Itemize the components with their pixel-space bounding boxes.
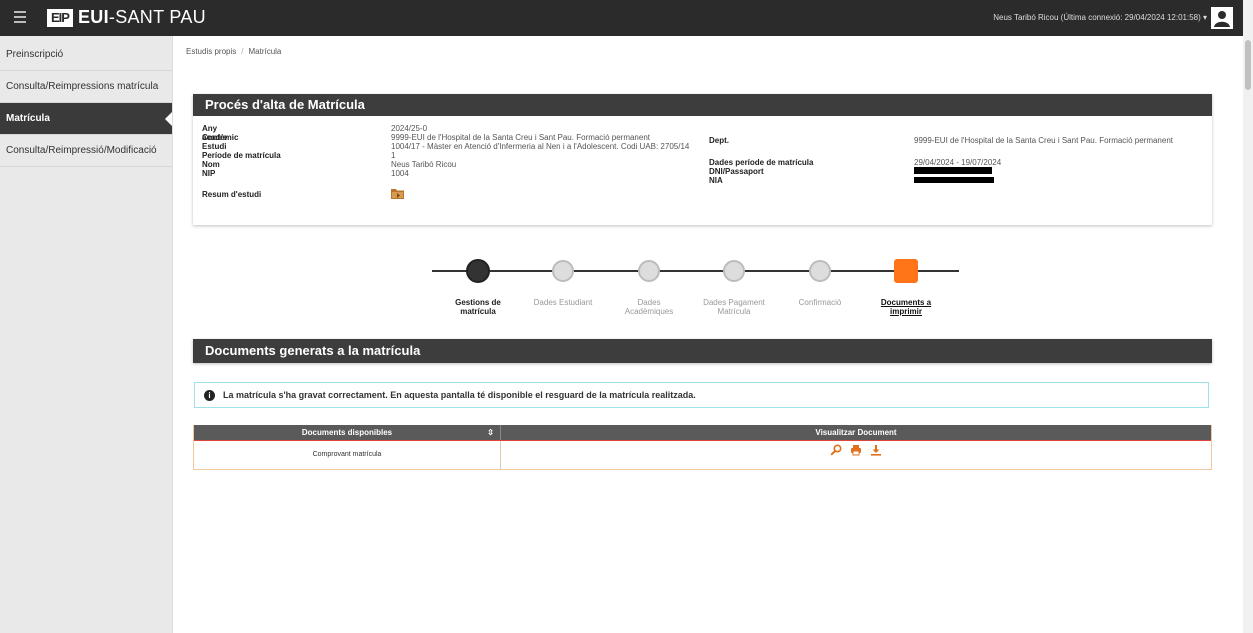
step-label-confirmacio[interactable]: Confirmació (785, 298, 855, 307)
sidebar-item-matricula[interactable]: Matrícula (0, 103, 172, 135)
value-centre: 9999-EUI de l'Hospital de la Santa Creu … (391, 133, 650, 142)
step-label-gestions[interactable]: Gestions de matrícula (443, 298, 513, 316)
breadcrumb-root[interactable]: Estudis propis (186, 47, 236, 56)
sort-icon[interactable]: ⇳ (487, 425, 494, 440)
label-nom: Nom (202, 160, 220, 169)
print-icon[interactable] (850, 441, 862, 469)
label-periode: Període de matrícula (202, 151, 281, 160)
documents-panel: Documents generats a la matrícula (193, 339, 1212, 363)
proces-panel-title: Procés d'alta de Matrícula (193, 94, 1212, 116)
label-dept: Dept. (709, 136, 729, 145)
logo-mark: EIP (47, 9, 73, 27)
step-node-dades-estudiant[interactable] (552, 260, 574, 282)
user-avatar-icon[interactable] (1211, 7, 1233, 29)
label-centre: Centre (202, 133, 228, 142)
breadcrumb-separator: / (241, 47, 244, 56)
step-node-gestions[interactable] (466, 259, 490, 283)
step-label-dades-academiques[interactable]: Dades Acadèmiques (614, 298, 684, 316)
document-actions (501, 441, 1211, 469)
redacted-dni (914, 167, 992, 174)
step-node-documents[interactable] (894, 259, 918, 283)
label-resum-estudi: Resum d'estudi (202, 190, 262, 199)
stepper-line (432, 270, 959, 272)
breadcrumb: Estudis propis / Matrícula (186, 47, 281, 56)
step-label-documents[interactable]: Documents a imprimir (871, 298, 941, 316)
label-estudi: Estudi (202, 142, 227, 151)
step-label-dades-pagament[interactable]: Dades Pagament Matrícula (699, 298, 769, 316)
page-scrollbar[interactable] (1243, 0, 1253, 633)
value-nip: 1004 (391, 169, 409, 178)
table-header: Documents disponibles ⇳ Visualitzar Docum… (194, 425, 1211, 441)
sidebar-item-preinscripcio[interactable]: Preinscripció (0, 39, 172, 71)
document-name: Comprovant matrícula (194, 441, 501, 469)
value-dades-periode: 29/04/2024 - 19/07/2024 (914, 158, 1002, 167)
col-visualitzar-document: Visualitzar Document (815, 428, 897, 437)
documents-panel-title: Documents generats a la matrícula (193, 339, 1212, 363)
sidebar-item-consulta-modificacio[interactable]: Consulta/Reimpressió/Modificació (0, 135, 172, 167)
info-icon: i (204, 390, 215, 402)
proces-panel: Procés d'alta de Matrícula Any acadèmic … (193, 94, 1212, 225)
label-dni: DNI/Passaport (709, 167, 764, 176)
value-estudi: 1004/17 - Màster en Atenció d'Infermeria… (391, 142, 690, 151)
app-title-rest: -SANT PAU (108, 7, 206, 27)
sidebar-item-consulta-reimpressions[interactable]: Consulta/Reimpressions matrícula (0, 71, 172, 103)
app-title[interactable]: EUI-SANT PAU (78, 7, 206, 28)
value-any-academic: 2024/25-0 (391, 124, 428, 133)
label-dades-periode: Dades període de matrícula (709, 158, 814, 167)
sidebar: Preinscripció Consulta/Reimpressions mat… (0, 36, 173, 633)
folder-icon[interactable] (391, 188, 404, 201)
redacted-nia (914, 177, 994, 183)
value-nom: Neus Taribó Ricou (391, 160, 457, 169)
value-periode: 1 (391, 151, 396, 160)
table-row: Comprovant matrícula (194, 441, 1211, 469)
alert-text: La matrícula s'ha gravat correctament. E… (223, 390, 696, 400)
step-node-dades-academiques[interactable] (638, 260, 660, 282)
view-icon[interactable] (830, 441, 842, 469)
label-nia: NIA (709, 176, 723, 185)
app-title-bold: EUI (78, 7, 109, 27)
value-dept: 9999-EUI de l'Hospital de la Santa Creu … (914, 136, 1173, 145)
scrollbar-thumb[interactable] (1245, 40, 1251, 90)
col-documents-disponibles[interactable]: Documents disponibles ⇳ (194, 425, 501, 440)
breadcrumb-current: Matrícula (248, 47, 282, 56)
menu-icon[interactable] (14, 11, 26, 23)
step-node-dades-pagament[interactable] (723, 260, 745, 282)
user-menu[interactable]: Neus Taribó Ricou (Última connexió: 29/0… (993, 13, 1207, 22)
label-nip: NIP (202, 169, 216, 178)
step-node-confirmacio[interactable] (809, 260, 831, 282)
progress-stepper: Gestions de matrícula Dades Estudiant Dad… (432, 258, 959, 328)
documents-table: Documents disponibles ⇳ Visualitzar Docum… (193, 425, 1212, 470)
success-alert: i La matrícula s'ha gravat correctament. … (194, 382, 1209, 408)
top-bar: EIP EUI-SANT PAU Neus Taribó Ricou (Últi… (0, 0, 1253, 36)
download-icon[interactable] (870, 441, 882, 469)
step-label-dades-estudiant[interactable]: Dades Estudiant (528, 298, 598, 307)
